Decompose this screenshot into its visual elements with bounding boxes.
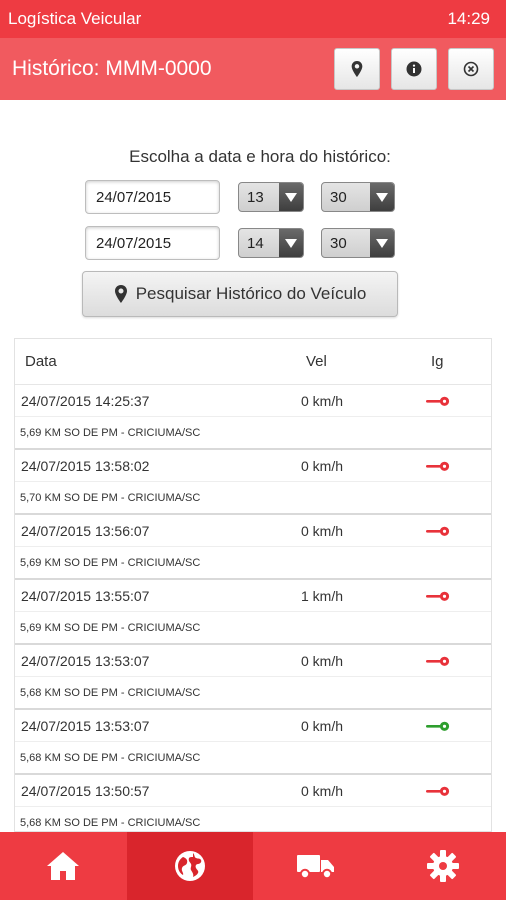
nav-vehicles[interactable]	[253, 832, 380, 900]
app-name: Logística Veicular	[8, 9, 142, 28]
table-row[interactable]: 24/07/2015 13:56:07 0 km/h 5,69 KM SO DE P…	[15, 515, 491, 580]
chevron-down-icon	[279, 183, 303, 211]
row-ignition	[408, 526, 491, 536]
end-row: 24/07/2015 14 30	[85, 226, 395, 260]
form-prompt: Escolha a data e hora do histórico:	[129, 147, 391, 166]
row-location: 5,68 KM SO DE PM - CRICIUMA/SC	[20, 686, 201, 699]
clock: 14:29	[447, 9, 490, 28]
end-minute-value: 30	[330, 234, 347, 252]
row-speed: 1 km/h	[301, 587, 344, 604]
row-location: 5,68 KM SO DE PM - CRICIUMA/SC	[20, 816, 201, 829]
end-hour-value: 14	[247, 234, 264, 252]
table-row[interactable]: 24/07/2015 13:50:57 0 km/h 5,68 KM SO DE P…	[15, 775, 491, 831]
title-bar: Histórico: MMM-0000	[0, 38, 506, 100]
end-date-field[interactable]: 24/07/2015	[85, 226, 220, 260]
row-location: 5,70 KM SO DE PM - CRICIUMA/SC	[20, 491, 201, 504]
row-speed: 0 km/h	[301, 457, 344, 474]
end-minute-select[interactable]: 30	[321, 228, 395, 258]
row-main-line: 24/07/2015 13:53:07 0 km/h	[15, 645, 491, 677]
table-header: Data Vel Ig	[15, 339, 491, 385]
history-form: Escolha a data e hora do histórico:	[0, 140, 506, 167]
close-circle-icon	[463, 61, 479, 77]
truck-icon	[297, 855, 335, 880]
search-history-label: Pesquisar Histórico do Veículo	[135, 284, 367, 303]
page-title: Histórico: MMM-0000	[12, 57, 212, 80]
row-speed: 0 km/h	[301, 652, 344, 669]
row-ignition	[408, 396, 491, 406]
row-datetime: 24/07/2015 13:58:02	[21, 457, 150, 474]
ignition-key-icon	[426, 656, 450, 666]
close-button[interactable]	[448, 48, 494, 90]
row-datetime: 24/07/2015 13:55:07	[21, 587, 150, 604]
row-main-line: 24/07/2015 13:55:07 1 km/h	[15, 580, 491, 612]
chevron-down-icon	[370, 229, 394, 257]
table-row[interactable]: 24/07/2015 14:25:37 0 km/h 5,69 KM SO DE P…	[15, 385, 491, 450]
info-icon	[406, 61, 422, 77]
row-speed: 0 km/h	[301, 392, 344, 409]
row-ignition	[408, 721, 491, 731]
row-datetime: 24/07/2015 14:25:37	[21, 392, 150, 409]
table-row[interactable]: 24/07/2015 13:53:07 0 km/h 5,68 KM SO DE P…	[15, 645, 491, 710]
start-hour-select[interactable]: 13	[238, 182, 304, 212]
start-minute-value: 30	[330, 188, 347, 206]
row-ignition	[408, 461, 491, 471]
map-marker-icon	[351, 61, 363, 77]
ignition-key-icon	[426, 396, 450, 406]
nav-home[interactable]	[0, 832, 127, 900]
row-datetime: 24/07/2015 13:53:07	[21, 717, 150, 734]
chevron-down-icon	[370, 183, 394, 211]
row-main-line: 24/07/2015 13:53:07 0 km/h	[15, 710, 491, 742]
search-history-button[interactable]: Pesquisar Histórico do Veículo	[82, 271, 398, 317]
row-ignition	[408, 786, 491, 796]
row-location: 5,69 KM SO DE PM - CRICIUMA/SC	[20, 556, 201, 569]
table-row[interactable]: 24/07/2015 13:53:07 0 km/h 5,68 KM SO DE P…	[15, 710, 491, 775]
row-speed: 0 km/h	[301, 717, 344, 734]
row-speed: 0 km/h	[301, 522, 344, 539]
row-main-line: 24/07/2015 14:25:37 0 km/h	[15, 385, 491, 417]
header-date: Data	[25, 353, 57, 370]
header-speed: Vel	[306, 353, 327, 370]
history-table[interactable]: Data Vel Ig 24/07/2015 14:25:37 0 km/h 5,6…	[14, 338, 492, 832]
ignition-key-icon	[426, 721, 450, 731]
row-datetime: 24/07/2015 13:56:07	[21, 522, 150, 539]
nav-settings[interactable]	[380, 832, 506, 900]
ignition-key-icon	[426, 526, 450, 536]
bottom-nav	[0, 832, 506, 900]
row-ignition	[408, 656, 491, 666]
end-hour-select[interactable]: 14	[238, 228, 304, 258]
row-speed: 0 km/h	[301, 782, 344, 799]
table-row[interactable]: 24/07/2015 13:55:07 1 km/h 5,69 KM SO DE P…	[15, 580, 491, 645]
row-location: 5,69 KM SO DE PM - CRICIUMA/SC	[20, 621, 201, 634]
home-icon	[47, 852, 80, 880]
start-minute-select[interactable]: 30	[321, 182, 395, 212]
map-marker-icon	[114, 285, 127, 303]
start-date-field[interactable]: 24/07/2015	[85, 180, 220, 214]
map-button[interactable]	[334, 48, 380, 90]
gear-icon	[426, 850, 459, 882]
nav-globe[interactable]	[126, 832, 253, 900]
ignition-key-icon	[426, 591, 450, 601]
globe-icon	[174, 851, 205, 881]
row-datetime: 24/07/2015 13:50:57	[21, 782, 150, 799]
header-ignition: Ig	[431, 353, 444, 370]
row-datetime: 24/07/2015 13:53:07	[21, 652, 150, 669]
status-bar: Logística Veicular 14:29	[0, 0, 506, 38]
row-location: 5,68 KM SO DE PM - CRICIUMA/SC	[20, 751, 201, 764]
table-row[interactable]: 24/07/2015 13:58:02 0 km/h 5,70 KM SO DE P…	[15, 450, 491, 515]
start-row: 24/07/2015 13 30	[85, 180, 395, 214]
row-location: 5,69 KM SO DE PM - CRICIUMA/SC	[20, 426, 201, 439]
row-main-line: 24/07/2015 13:56:07 0 km/h	[15, 515, 491, 547]
ignition-key-icon	[426, 786, 450, 796]
row-main-line: 24/07/2015 13:58:02 0 km/h	[15, 450, 491, 482]
ignition-key-icon	[426, 461, 450, 471]
info-button[interactable]	[391, 48, 437, 90]
chevron-down-icon	[279, 229, 303, 257]
start-hour-value: 13	[247, 188, 264, 206]
row-ignition	[408, 591, 491, 601]
row-main-line: 24/07/2015 13:50:57 0 km/h	[15, 775, 491, 807]
table-body: 24/07/2015 14:25:37 0 km/h 5,69 KM SO DE P…	[15, 385, 491, 831]
